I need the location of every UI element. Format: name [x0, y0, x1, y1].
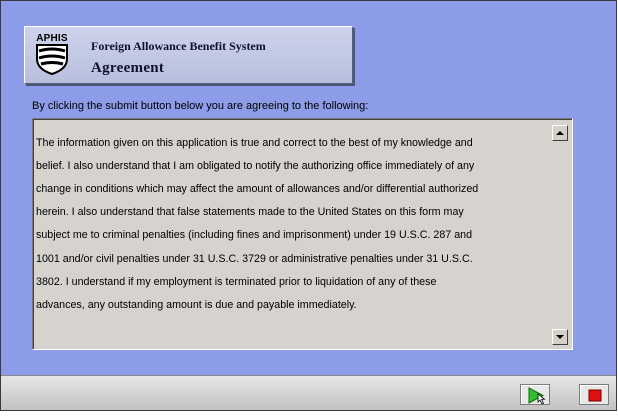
vertical-scrollbar[interactable] [552, 125, 568, 345]
page-title: Agreement [91, 60, 165, 76]
submit-button[interactable] [520, 384, 550, 405]
app-window: APHIS Foreign Allowance Benefit System A… [0, 0, 617, 411]
stop-square-icon [588, 389, 602, 402]
agreement-line: advances, any outstanding amount is due … [36, 298, 357, 311]
arrow-down-icon [556, 335, 564, 339]
play-arrow-icon [528, 387, 546, 405]
header-panel: APHIS Foreign Allowance Benefit System A… [24, 26, 353, 84]
agreement-line: The information given on this applicatio… [36, 136, 473, 149]
intro-text: By clicking the submit button below you … [32, 100, 369, 112]
arrow-up-icon [556, 131, 564, 135]
stop-button[interactable] [579, 384, 609, 405]
agreement-line: 3802. I understand if my employment is t… [36, 275, 437, 288]
scroll-down-button[interactable] [552, 329, 568, 345]
agreement-line: belief. I also understand that I am obli… [36, 159, 475, 172]
agreement-line: change in conditions which may affect th… [36, 182, 479, 195]
agreement-textarea[interactable]: The information given on this applicatio… [32, 118, 573, 350]
agreement-line: 1001 and/or civil penalties under 31 U.S… [36, 252, 473, 265]
bottom-toolbar [1, 375, 616, 410]
agreement-text: The information given on this applicatio… [36, 126, 544, 323]
scroll-up-button[interactable] [552, 125, 568, 141]
app-title: Foreign Allowance Benefit System [91, 39, 266, 53]
logo-text: APHIS [36, 33, 68, 44]
agreement-line: subject me to criminal penalties (includ… [36, 229, 473, 242]
aphis-logo: APHIS [33, 33, 71, 76]
agreement-line: herein. I also understand that false sta… [36, 206, 464, 219]
